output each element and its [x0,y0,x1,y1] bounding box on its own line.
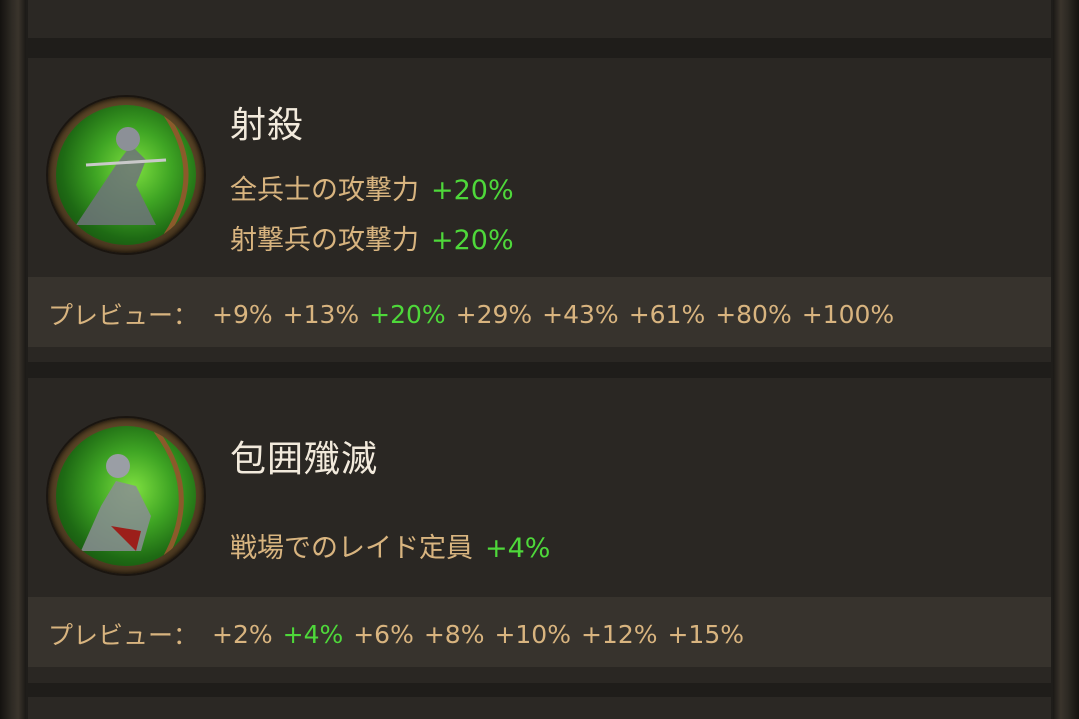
preview-value: +2% [212,619,273,649]
effect-label: 全兵士の攻撃力 [230,175,419,206]
preview-value: +61% [628,299,706,329]
skill-effect: 戦場でのレイド定員 +4% [230,526,550,565]
preview-value: +10% [494,619,571,649]
archer-knight-kneeling-icon [48,418,204,574]
previous-skill-panel [28,0,1051,38]
preview-value: +29% [455,299,533,329]
preview-value-current: +4% [282,619,344,649]
preview-value: +13% [282,299,360,329]
preview-label: プレビュー： [48,301,199,330]
preview-value: +9% [212,299,273,329]
preview-value: +43% [542,299,619,329]
right-frame-border [1053,0,1079,719]
preview-value: +15% [667,619,744,649]
effect-label: 射撃兵の攻撃力 [230,225,419,256]
skill-title: 包囲殲滅 [230,439,379,480]
skill-effect: 射撃兵の攻撃力 +20% [230,218,514,257]
skill-effect: 全兵士の攻撃力 +20% [230,168,514,207]
effect-value: +20% [431,175,514,206]
preview-value: +8% [423,619,485,649]
next-skill-panel [28,697,1051,719]
preview-value: +6% [353,619,414,649]
archer-knight-aiming-icon [48,97,204,253]
preview-value-current: +20% [369,299,446,329]
left-frame-border [0,0,26,719]
preview-label: プレビュー： [48,621,199,650]
preview-value: +12% [580,619,658,649]
effect-value: +4% [485,533,551,564]
skill-title: 射殺 [230,105,305,146]
preview-row: プレビュー： +9% +13% +20% +29% +43% +61% +80%… [48,296,904,332]
preview-value: +100% [801,299,895,329]
preview-value: +80% [715,299,792,329]
effect-value: +20% [431,225,514,256]
preview-row: プレビュー： +2% +4% +6% +8% +10% +12% +15% [48,616,754,652]
effect-label: 戦場でのレイド定員 [230,533,473,564]
